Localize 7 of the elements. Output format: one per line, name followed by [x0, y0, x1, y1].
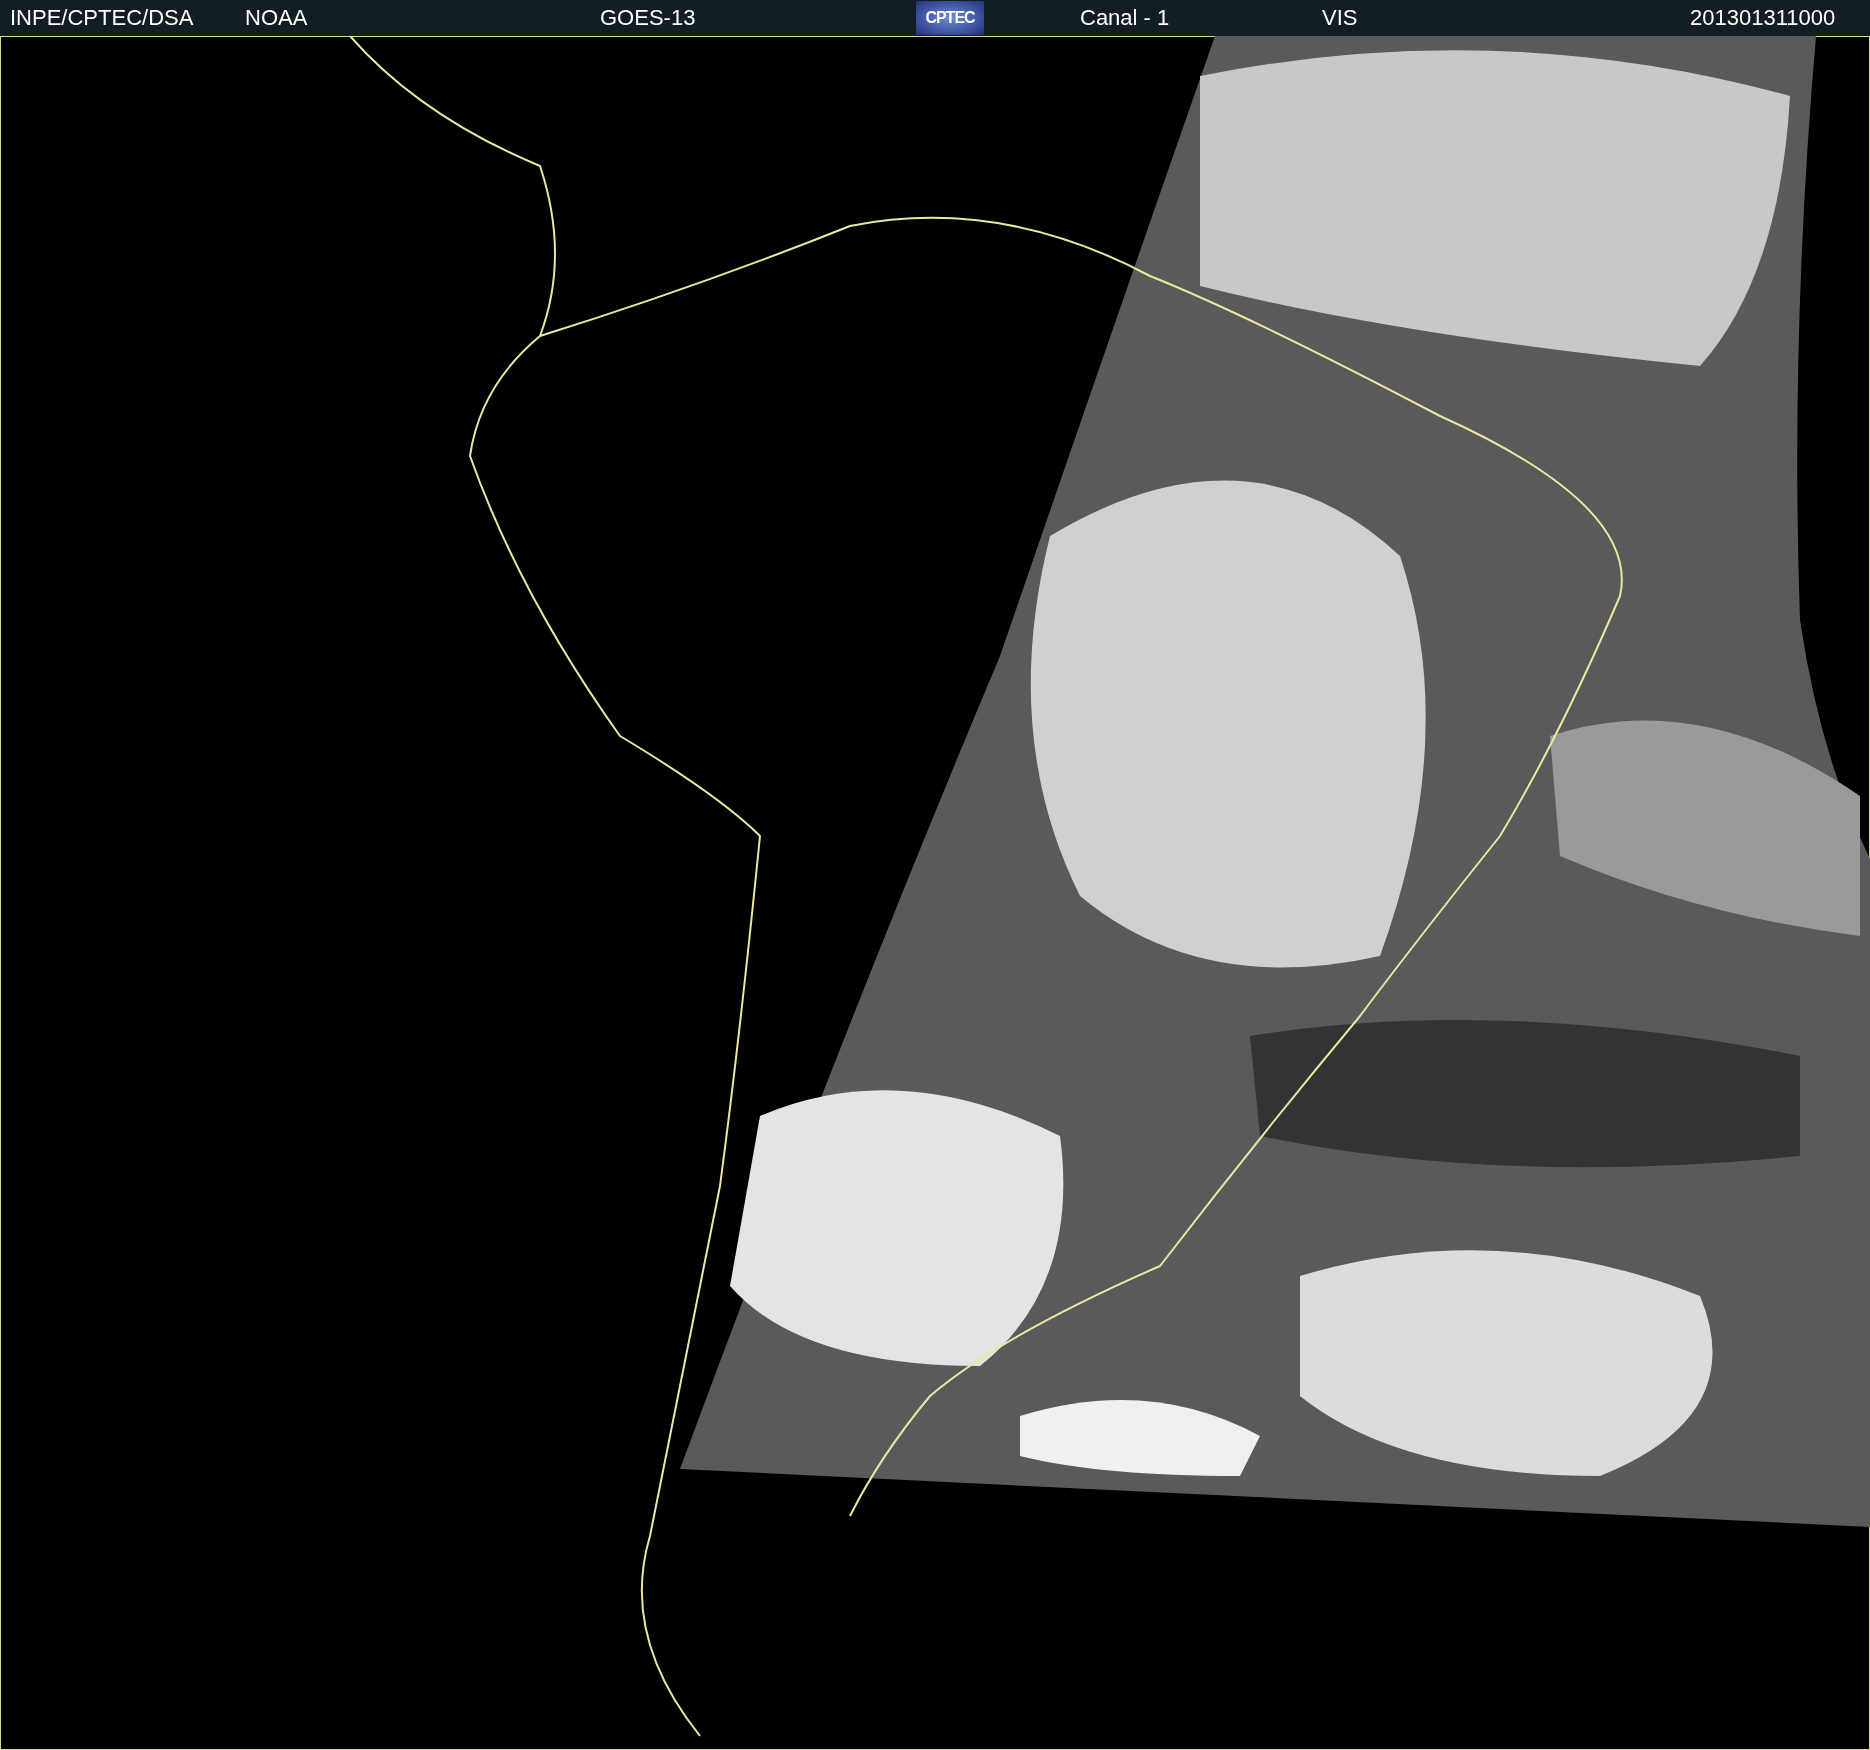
- header-label: Canal - 1: [1080, 5, 1170, 31]
- header-label: GOES-13: [600, 5, 696, 31]
- header-label: VIS: [1322, 5, 1358, 31]
- header-label: 201301311000: [1690, 5, 1836, 31]
- logo: CPTEC: [916, 1, 984, 35]
- header-label: NOAA: [245, 5, 308, 31]
- header-label: INPE/CPTEC/DSA: [10, 5, 194, 31]
